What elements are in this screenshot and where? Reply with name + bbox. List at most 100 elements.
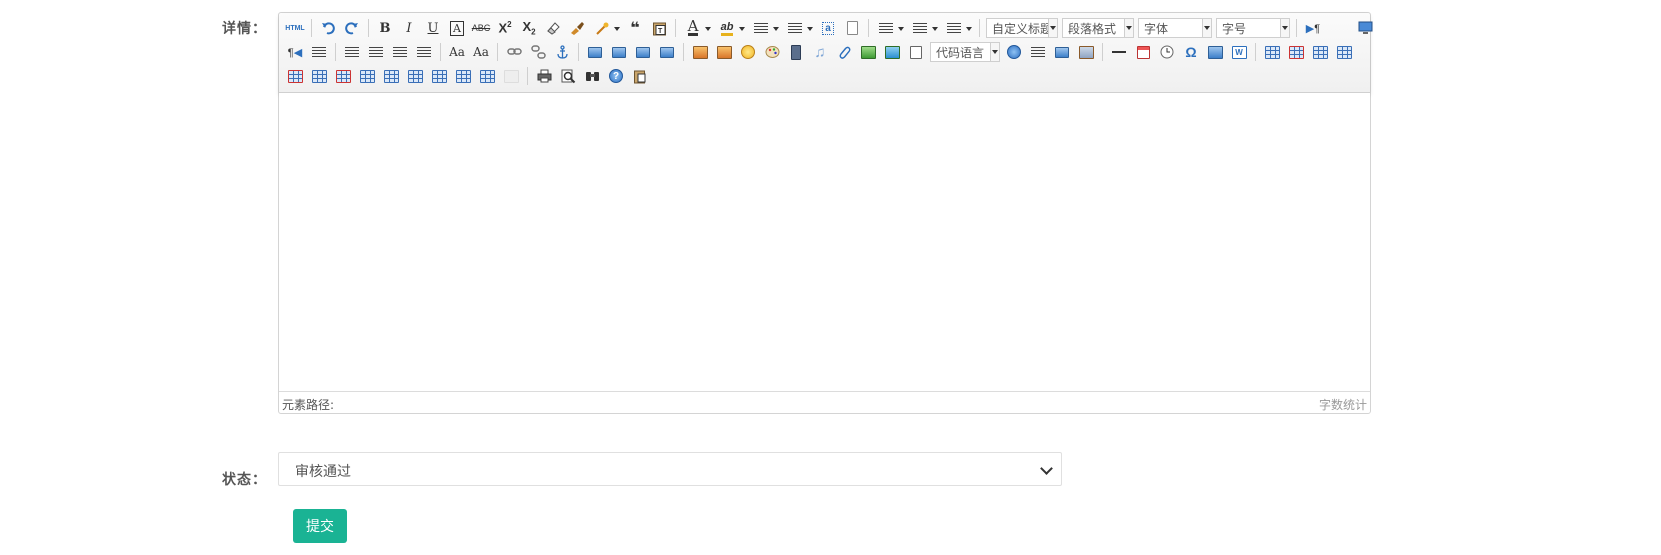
page-break-button[interactable]	[1028, 42, 1048, 62]
toolbar-separator	[979, 19, 980, 37]
strikethrough-icon: ABC	[471, 23, 491, 33]
paste-plain-button[interactable]: T	[649, 18, 669, 38]
insert-link-button[interactable]	[504, 42, 524, 62]
music-button[interactable]: ♫	[810, 42, 830, 62]
font-size-combo[interactable]: 字号	[1216, 18, 1290, 38]
insert-column-button[interactable]	[309, 66, 329, 86]
insert-frame-button[interactable]	[906, 42, 926, 62]
gmap-button[interactable]	[882, 42, 902, 62]
unordered-list-dropdown[interactable]	[784, 18, 814, 38]
strikethrough-button[interactable]: ABC	[471, 18, 491, 38]
direction-rtl-button[interactable]: ¶◀	[285, 42, 305, 62]
align-center-button[interactable]	[366, 42, 386, 62]
insert-image-button[interactable]	[714, 42, 734, 62]
anchor-button[interactable]	[552, 42, 572, 62]
select-all-button[interactable]: a	[818, 18, 838, 38]
remove-format-button[interactable]	[543, 18, 563, 38]
snapscreen-button[interactable]	[1205, 42, 1225, 62]
clock-icon	[1160, 45, 1174, 59]
insert-paragraph-before-table-button[interactable]	[1310, 42, 1330, 62]
font-family-value: 字体	[1144, 21, 1169, 36]
split-to-cells-button[interactable]	[429, 66, 449, 86]
paint-brush-icon	[570, 21, 584, 35]
underline-button[interactable]: U	[423, 18, 443, 38]
preview-button[interactable]	[558, 66, 578, 86]
image-center-button[interactable]	[657, 42, 677, 62]
simple-upload-button[interactable]	[690, 42, 710, 62]
special-chars-button[interactable]: Ω	[1181, 42, 1201, 62]
merge-cells-button[interactable]	[357, 66, 377, 86]
merge-right-button[interactable]	[381, 66, 401, 86]
insert-date-button[interactable]	[1133, 42, 1153, 62]
toolbar-separator	[527, 67, 528, 85]
to-lowercase-button[interactable]: Aa	[471, 42, 491, 62]
unlink-button[interactable]	[528, 42, 548, 62]
bold-button[interactable]: B	[375, 18, 395, 38]
font-color-dropdown[interactable]: A	[682, 18, 712, 38]
help-button[interactable]: ?	[606, 66, 626, 86]
template-button[interactable]	[1052, 42, 1072, 62]
source-html-button[interactable]: HTML	[285, 18, 305, 38]
italic-button[interactable]: I	[399, 18, 419, 38]
submit-button[interactable]: 提交	[293, 509, 347, 543]
align-right-button[interactable]	[390, 42, 410, 62]
font-border-button[interactable]: A	[447, 18, 467, 38]
horizontal-rule-button[interactable]	[1109, 42, 1129, 62]
image-left-button[interactable]	[609, 42, 629, 62]
subscript-icon: X2	[522, 19, 536, 37]
ordered-list-dropdown[interactable]	[750, 18, 780, 38]
merge-right-icon	[383, 69, 399, 83]
superscript-button[interactable]: X2	[495, 18, 515, 38]
image-right-button[interactable]	[633, 42, 653, 62]
custom-heading-combo[interactable]: 自定义标题	[986, 18, 1058, 38]
align-justify-button[interactable]	[414, 42, 434, 62]
scrawl-button[interactable]	[762, 42, 782, 62]
blockquote-button[interactable]: ❝	[625, 18, 645, 38]
auto-typeset-dropdown[interactable]	[591, 18, 621, 38]
delete-table-button[interactable]	[1286, 42, 1306, 62]
insert-table-button[interactable]	[1262, 42, 1282, 62]
subscript-button[interactable]: X2	[519, 18, 539, 38]
redo-button[interactable]	[342, 18, 362, 38]
fullscreen-button[interactable]	[1355, 18, 1375, 38]
attachment-button[interactable]	[834, 42, 854, 62]
clear-document-button[interactable]	[842, 18, 862, 38]
webapp-button[interactable]	[1004, 42, 1024, 62]
word-image-button[interactable]: W	[1229, 42, 1249, 62]
paragraph-format-combo[interactable]: 段落格式	[1062, 18, 1134, 38]
indent-button[interactable]	[309, 42, 329, 62]
insert-video-button[interactable]	[786, 42, 806, 62]
image-none-button[interactable]	[585, 42, 605, 62]
insert-time-button[interactable]	[1157, 42, 1177, 62]
toolbar-separator	[368, 19, 369, 37]
background-button[interactable]	[1076, 42, 1096, 62]
delete-column-button[interactable]	[333, 66, 353, 86]
font-size-value: 字号	[1222, 21, 1247, 36]
merge-down-button[interactable]	[405, 66, 425, 86]
delete-row-button[interactable]	[285, 66, 305, 86]
chart-button[interactable]	[501, 66, 521, 86]
map-button[interactable]	[858, 42, 878, 62]
line-height-dropdown[interactable]	[943, 18, 973, 38]
to-uppercase-button[interactable]: Aa	[447, 42, 467, 62]
row-spacing-bottom-dropdown[interactable]	[909, 18, 939, 38]
split-to-rows-button[interactable]	[453, 66, 473, 86]
print-button[interactable]	[534, 66, 554, 86]
code-language-combo[interactable]: 代码语言	[930, 42, 1000, 62]
font-family-combo[interactable]: 字体	[1138, 18, 1212, 38]
align-left-button[interactable]	[342, 42, 362, 62]
undo-button[interactable]	[318, 18, 338, 38]
drafts-button[interactable]	[630, 66, 650, 86]
search-replace-button[interactable]	[582, 66, 602, 86]
background-color-dropdown[interactable]: ab	[716, 18, 746, 38]
editor-content-area[interactable]	[279, 93, 1370, 385]
split-to-cols-button[interactable]	[477, 66, 497, 86]
direction-ltr-button[interactable]: ▶¶	[1303, 18, 1323, 38]
emotion-button[interactable]	[738, 42, 758, 62]
underline-icon: U	[427, 20, 439, 36]
status-select[interactable]: 审核通过	[278, 452, 1062, 486]
insert-row-button[interactable]	[1334, 42, 1354, 62]
row-spacing-top-dropdown[interactable]	[875, 18, 905, 38]
html-text-icon: HTML	[285, 24, 305, 32]
format-match-button[interactable]	[567, 18, 587, 38]
